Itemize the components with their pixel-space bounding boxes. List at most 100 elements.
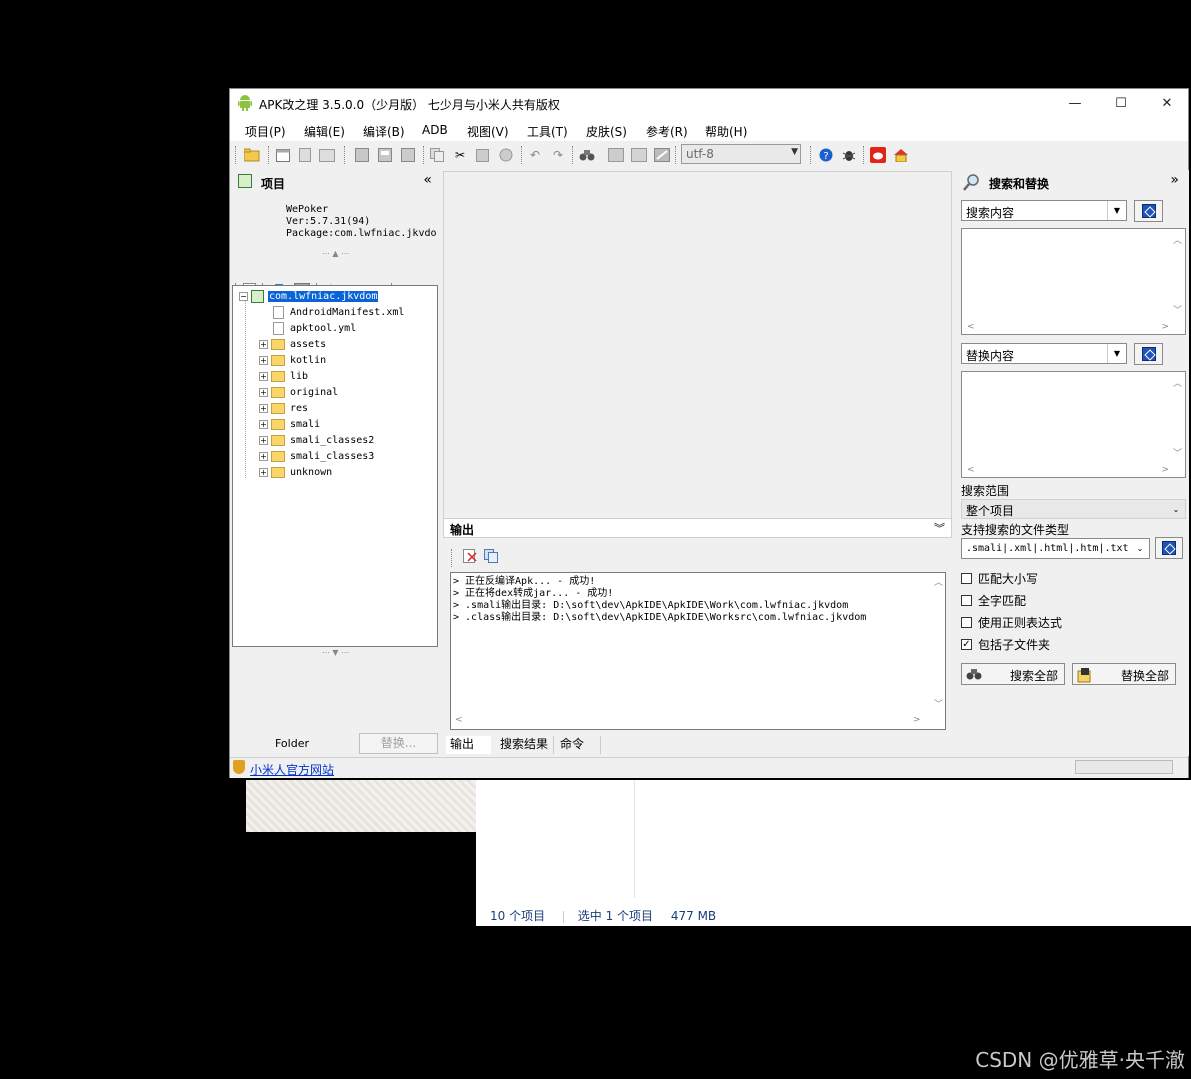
paste-icon[interactable] — [475, 147, 491, 163]
menu-build[interactable]: 编译(B) — [363, 123, 405, 140]
expand-toggle[interactable]: + — [259, 435, 268, 445]
search-content-combo[interactable]: 搜索内容 ▼ — [961, 200, 1127, 221]
menu-skin[interactable]: 皮肤(S) — [586, 123, 627, 140]
expand-toggle[interactable]: + — [259, 371, 268, 381]
tab-search-results[interactable]: 搜索结果 — [496, 736, 554, 754]
tree-item-label: lib — [290, 370, 309, 382]
menu-help[interactable]: 帮助(H) — [705, 123, 747, 140]
output-log[interactable]: > 正在反编译Apk... - 成功! > 正在将dex转成jar... - 成… — [450, 572, 946, 730]
copy-output-icon[interactable] — [483, 548, 499, 564]
window-icon[interactable] — [319, 147, 335, 163]
search-scope-select[interactable]: 整个项目 ⌄ — [961, 499, 1186, 519]
menu-edit[interactable]: 编辑(E) — [304, 123, 345, 140]
regex-checkbox[interactable]: 使用正则表达式 — [961, 614, 1062, 631]
official-site-link[interactable]: 小米人官方网站 — [250, 761, 334, 778]
tree-item[interactable]: AndroidManifest.xml — [273, 305, 404, 319]
undo-icon[interactable]: ↶ — [527, 147, 543, 163]
search-options-button[interactable] — [1134, 200, 1163, 222]
checkbox-box[interactable] — [961, 595, 972, 606]
find-icon[interactable] — [579, 147, 595, 163]
replace-options-button[interactable] — [1134, 343, 1163, 365]
menu-reference[interactable]: 参考(R) — [646, 123, 688, 140]
match-case-checkbox[interactable]: 匹配大小写 — [961, 570, 1038, 587]
whole-word-checkbox[interactable]: 全字匹配 — [961, 592, 1026, 609]
replace-button[interactable]: 替换... — [359, 733, 438, 754]
expand-toggle[interactable]: + — [259, 387, 268, 397]
bug-icon[interactable] — [841, 147, 857, 163]
tab-command[interactable]: 命令 — [556, 736, 601, 754]
tree-item[interactable]: + unknown — [259, 465, 332, 479]
toolbar-separator — [344, 146, 347, 164]
home-icon[interactable] — [893, 147, 909, 163]
expand-toggle[interactable]: + — [259, 451, 268, 461]
menu-adb[interactable]: ADB — [422, 123, 448, 137]
splitter-handle[interactable]: ⋯ ▼ ⋯ — [231, 649, 440, 657]
image-icon[interactable] — [608, 147, 624, 163]
menu-project[interactable]: 项目(P) — [245, 123, 286, 140]
checkbox-box[interactable] — [961, 617, 972, 628]
replace-content-placeholder: 替换内容 — [966, 349, 1015, 363]
tree-item[interactable]: + lib — [259, 369, 308, 383]
watermark: CSDN @优雅草·央千澈 — [975, 1048, 1185, 1072]
expand-toggle[interactable]: + — [259, 419, 268, 429]
expand-toggle[interactable]: + — [259, 339, 268, 349]
encoding-select[interactable]: utf-8 ▼ — [681, 144, 801, 164]
cut-icon[interactable]: ✂ — [452, 147, 468, 163]
tab-output[interactable]: 输出 — [446, 736, 491, 754]
expand-panel-button[interactable]: » — [1170, 172, 1179, 188]
tree-item[interactable]: + assets — [259, 337, 326, 351]
expand-toggle[interactable]: + — [259, 355, 268, 365]
minimize-button[interactable]: — — [1052, 89, 1098, 117]
vertical-scrollbar[interactable]: ︿ ﹀ — [930, 573, 945, 714]
search-text-area[interactable]: ︿ ﹀ < > — [961, 228, 1186, 335]
tree-item[interactable]: + smali_classes2 — [259, 433, 374, 447]
horizontal-scrollbar[interactable]: < > — [451, 714, 945, 729]
checkbox-box[interactable] — [961, 573, 972, 584]
expand-toggle[interactable]: + — [259, 403, 268, 413]
splitter-handle[interactable]: ⋯ ▲ ⋯ — [231, 250, 440, 258]
tree-root[interactable]: − com.lwfniac.jkvdom — [239, 289, 380, 303]
title-bar[interactable]: APK改之理 3.5.0.0（少月版） 七少月与小米人共有版权 — ☐ ✕ — [230, 89, 1188, 117]
open-folder-icon[interactable] — [244, 147, 260, 163]
file-types-select[interactable]: .smali|.xml|.html|.htm|.txt ⌄ — [961, 538, 1150, 559]
redo-icon[interactable]: ↷ — [550, 147, 566, 163]
upload-icon[interactable] — [631, 147, 647, 163]
export-icon[interactable] — [400, 147, 416, 163]
apk-ide-window: APK改之理 3.5.0.0（少月版） 七少月与小米人共有版权 — ☐ ✕ 项目… — [229, 88, 1189, 778]
tree-item[interactable]: + original — [259, 385, 338, 399]
settings-icon[interactable] — [654, 147, 670, 163]
tree-item[interactable]: + smali — [259, 417, 320, 431]
weibo-icon[interactable] — [870, 147, 886, 163]
expand-toggle[interactable]: + — [259, 467, 268, 477]
encoding-value: utf-8 — [686, 147, 714, 161]
menu-tools[interactable]: 工具(T) — [527, 123, 568, 140]
help-icon[interactable]: ? — [818, 147, 834, 163]
replace-content-combo[interactable]: 替换内容 ▼ — [961, 343, 1127, 364]
menu-bar: 项目(P) 编辑(E) 编译(B) ADB 视图(V) 工具(T) 皮肤(S) … — [230, 117, 1188, 141]
editor-area[interactable] — [443, 171, 952, 519]
include-subfolders-checkbox[interactable]: ✓ 包括子文件夹 — [961, 636, 1050, 653]
delete-icon[interactable] — [498, 147, 514, 163]
save-all-icon[interactable] — [377, 147, 393, 163]
menu-view[interactable]: 视图(V) — [467, 123, 509, 140]
save-icon[interactable] — [354, 147, 370, 163]
clear-output-icon[interactable] — [462, 548, 478, 564]
file-types-button[interactable] — [1155, 537, 1183, 559]
calendar-icon[interactable] — [275, 147, 291, 163]
copy-icon[interactable] — [429, 147, 445, 163]
collapse-output-button[interactable]: ︾ — [934, 520, 945, 536]
maximize-button[interactable]: ☐ — [1098, 89, 1144, 117]
tree-item[interactable]: apktool.yml — [273, 321, 356, 335]
collapse-panel-button[interactable]: « — [423, 172, 432, 188]
tree-item[interactable]: + kotlin — [259, 353, 326, 367]
tree-item[interactable]: + smali_classes3 — [259, 449, 374, 463]
replace-text-area[interactable]: ︿ ﹀ < > — [961, 371, 1186, 478]
checkbox-box[interactable]: ✓ — [961, 639, 972, 650]
page-icon[interactable] — [297, 147, 313, 163]
tree-item[interactable]: + res — [259, 401, 308, 415]
close-button[interactable]: ✕ — [1144, 89, 1190, 117]
package-icon — [251, 289, 264, 303]
search-all-button[interactable]: 搜索全部 — [961, 663, 1065, 685]
collapse-toggle[interactable]: − — [239, 291, 248, 301]
replace-all-button[interactable]: 替换全部 — [1072, 663, 1176, 685]
